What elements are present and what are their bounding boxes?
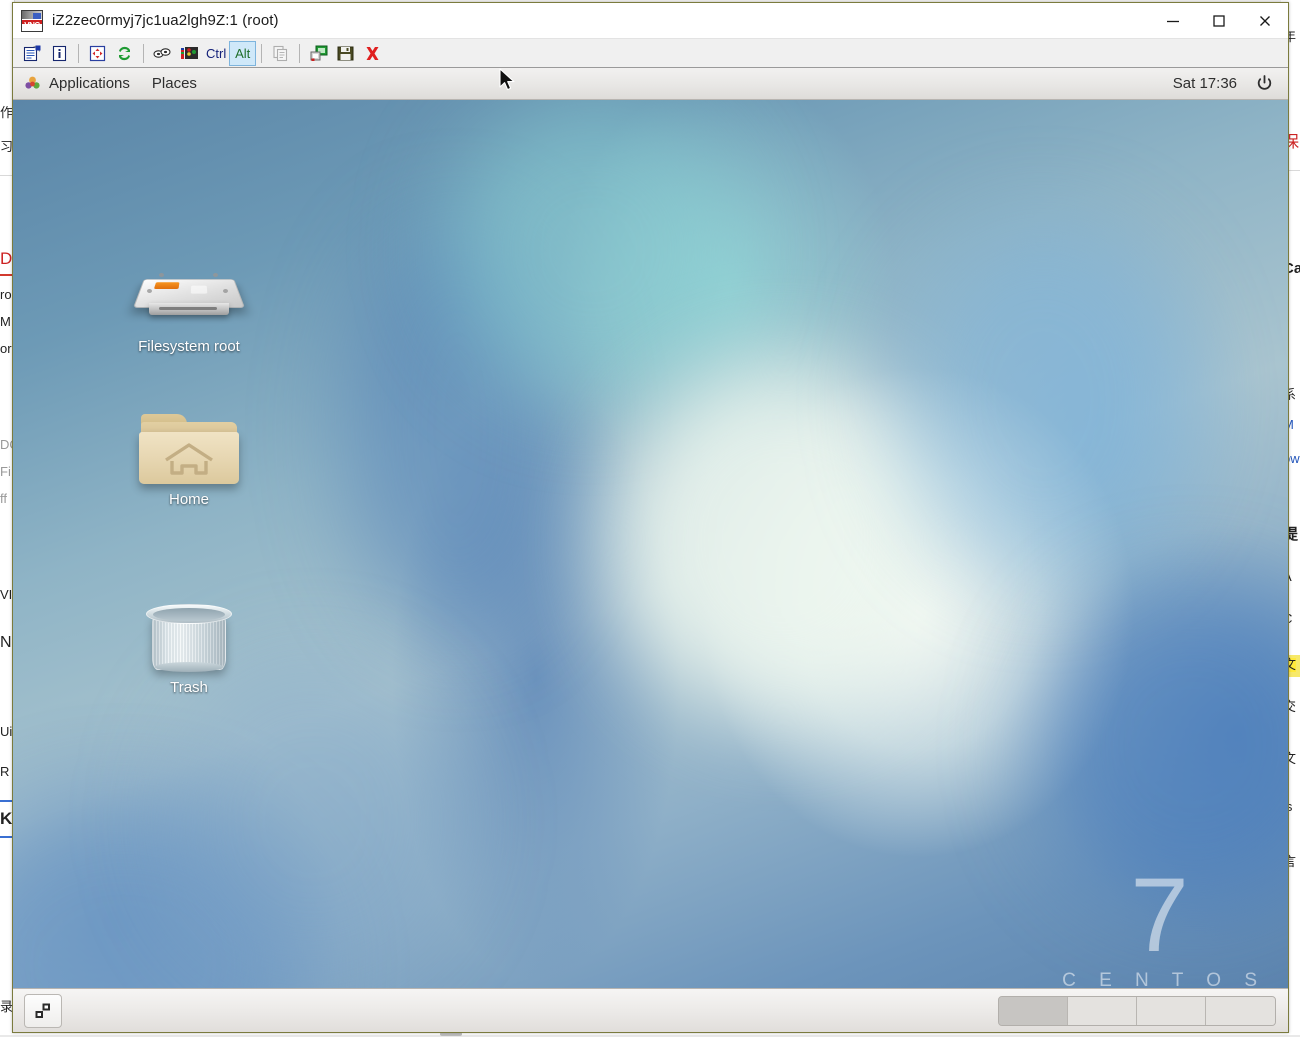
desktop-icon-trash[interactable]: Trash [129, 598, 249, 696]
bg-text-fragment: N [0, 634, 12, 651]
send-files-icon[interactable] [305, 41, 332, 66]
connection-options-icon[interactable] [149, 41, 176, 66]
save-session-icon[interactable] [332, 41, 359, 66]
remote-desktop-area[interactable]: Filesystem root Home Trash 7 C E N T O S… [13, 68, 1288, 1032]
vnc-toolbar: Ctrl Alt [13, 39, 1288, 68]
applications-menu-label: Applications [49, 75, 130, 92]
copy-icon[interactable] [267, 41, 294, 66]
bg-text-fragment: K [0, 809, 13, 828]
minimize-button[interactable] [1150, 3, 1196, 38]
toolbar-separator [299, 43, 301, 63]
home-glyph [165, 443, 213, 475]
bg-text-fragment: M [0, 314, 11, 329]
hard-disk-icon [129, 259, 249, 333]
refresh-screen-icon[interactable] [111, 41, 138, 66]
window-list[interactable] [62, 989, 998, 1032]
home-folder-icon [129, 412, 249, 486]
window-title: iZ2zec0rmyj7jc1ua2lgh9Z:1 (root) [52, 12, 279, 29]
bg-text-fragment: or [0, 341, 12, 356]
workspace-4[interactable] [1206, 996, 1275, 1025]
bg-text-fragment: ff [0, 491, 7, 506]
toolbar-separator [78, 43, 79, 63]
vnc-icon-text: VNC [24, 20, 40, 30]
desktop-icon-label: Trash [170, 679, 208, 696]
places-menu[interactable]: Places [141, 68, 208, 99]
send-keys-icon[interactable] [176, 41, 203, 66]
bg-text-fragment: R [0, 764, 10, 779]
workspace-2[interactable] [1068, 996, 1137, 1025]
window-controls [1150, 3, 1288, 38]
maximize-button[interactable] [1196, 3, 1242, 38]
power-icon[interactable] [1251, 74, 1288, 93]
bg-text-fragment: Ui [0, 724, 13, 739]
window-titlebar[interactable]: VNC iZ2zec0rmyj7jc1ua2lgh9Z:1 (root) [13, 3, 1288, 39]
bg-text-fragment: Fi [0, 464, 11, 479]
vnc-viewer-icon: VNC [21, 9, 43, 32]
trash-can-icon [129, 600, 249, 674]
desktop-icon-label: Filesystem root [138, 338, 240, 355]
background-bottom-rule [0, 1035, 1300, 1037]
toolbar-separator [261, 43, 263, 63]
ctrl-key-button[interactable]: Ctrl [203, 46, 229, 61]
vnc-viewer-window: VNC iZ2zec0rmyj7jc1ua2lgh9Z:1 (root) Ctr… [12, 2, 1289, 1033]
places-menu-label: Places [151, 75, 197, 92]
alt-key-label: Alt [235, 45, 251, 61]
workspace-switcher[interactable] [998, 995, 1276, 1026]
clock[interactable]: Sat 17:36 [1159, 75, 1251, 92]
applications-menu[interactable]: Applications [13, 68, 141, 99]
bg-text-fragment: VI [0, 587, 13, 602]
desktop-icon-filesystem-root[interactable]: Filesystem root [129, 255, 249, 355]
fullscreen-icon[interactable] [84, 41, 111, 66]
workspace-3[interactable] [1137, 996, 1206, 1025]
show-desktop-icon[interactable] [24, 993, 62, 1028]
desktop-icon-home[interactable]: Home [129, 410, 249, 508]
gnome-top-panel: Applications Places Sat 17:36 [13, 68, 1288, 100]
desktop-wallpaper[interactable]: Filesystem root Home Trash 7 C E N T O S [13, 100, 1288, 1032]
close-button[interactable] [1242, 3, 1288, 38]
new-connection-icon[interactable] [19, 41, 46, 66]
desktop-icon-label: Home [168, 491, 209, 508]
bg-text-fragment: ro [0, 287, 12, 302]
disconnect-icon[interactable] [359, 41, 386, 66]
workspace-1[interactable] [999, 996, 1068, 1025]
toolbar-separator [143, 43, 144, 63]
connection-info-icon[interactable] [46, 41, 73, 66]
alt-key-button[interactable]: Alt [229, 40, 257, 66]
gnome-bottom-panel [13, 988, 1288, 1032]
gnome-foot-icon [24, 75, 41, 92]
